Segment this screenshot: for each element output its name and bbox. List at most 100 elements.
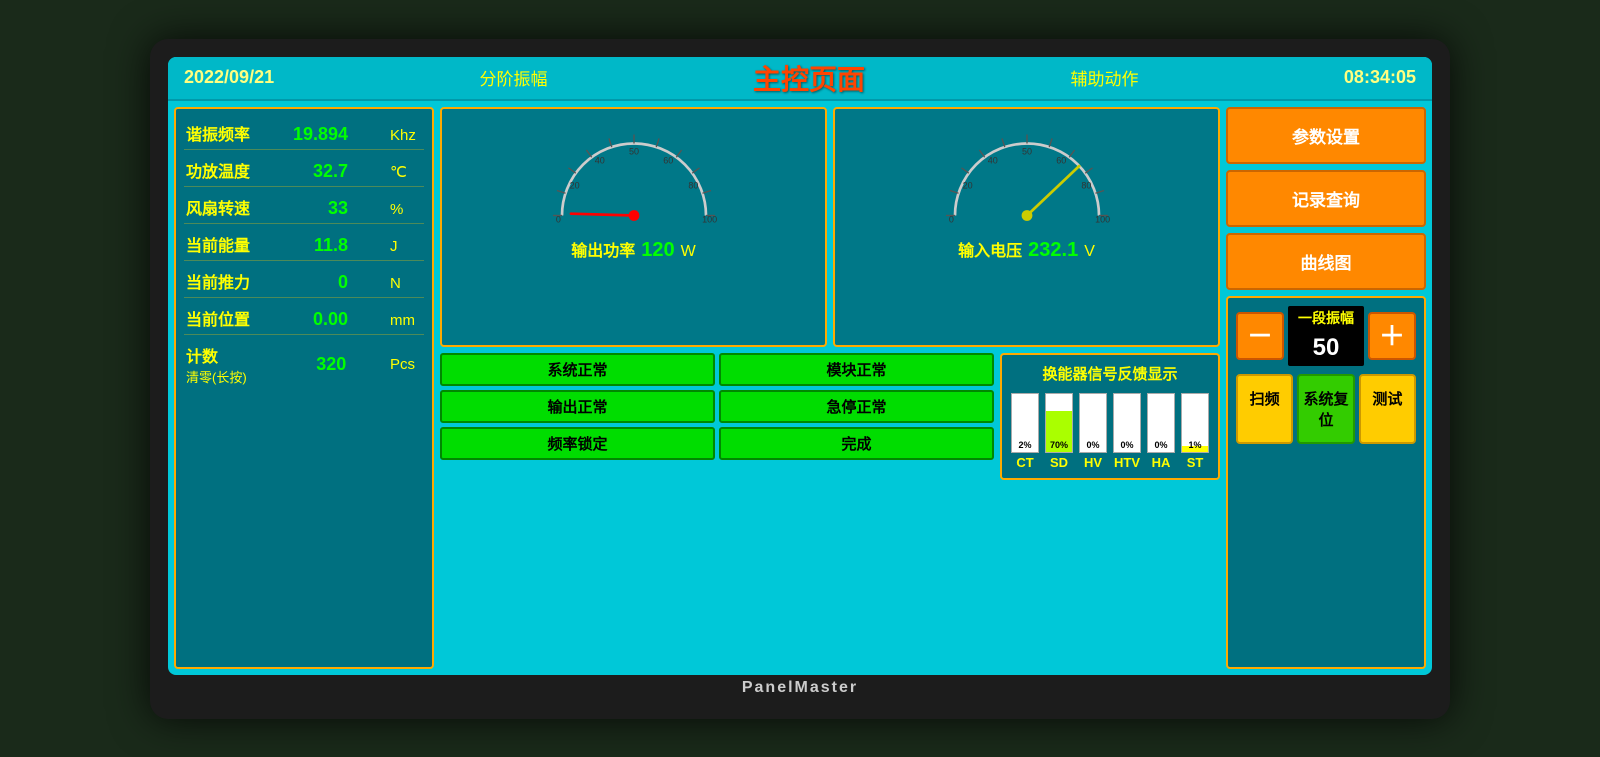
- gauge-right-label: 输入电压: [958, 237, 1022, 261]
- status-btn-5: 完成: [719, 427, 994, 460]
- bar-pct-htv: 0%: [1114, 440, 1140, 450]
- signal-bar-ct: 2% CT: [1011, 393, 1039, 470]
- record-query-button[interactable]: 记录查询: [1226, 170, 1426, 227]
- metric-label-5: 当前位置: [186, 306, 250, 330]
- svg-text:100: 100: [1095, 214, 1110, 224]
- amplitude-minus-button[interactable]: －: [1236, 312, 1284, 360]
- brand-label: PanelMaster: [742, 675, 858, 701]
- metric-value-4: 0: [288, 272, 348, 293]
- header-subtitle: 分阶振幅: [480, 65, 548, 90]
- bar-sd: 70%: [1045, 393, 1073, 453]
- test-button[interactable]: 测试: [1359, 374, 1416, 444]
- metric-unit-0: Khz: [390, 127, 422, 144]
- signal-bar-hv: 0% HV: [1079, 393, 1107, 470]
- signal-bar-htv: 0% HTV: [1113, 393, 1141, 470]
- status-btn-1: 输出正常: [440, 390, 715, 423]
- svg-text:40: 40: [987, 155, 997, 165]
- metric-label-2: 风扇转速: [186, 195, 250, 219]
- center-panel: 0 20 40 50 60 80 100: [440, 107, 1220, 669]
- device-frame: 2022/09/21 分阶振幅 主控页面 辅助动作 08:34:05 谐振频率 …: [150, 39, 1450, 719]
- status-btn-4: 急停正常: [719, 390, 994, 423]
- bar-ct: 2%: [1011, 393, 1039, 453]
- metric-row-1: 功放温度 32.7 ℃: [184, 154, 424, 187]
- metric-row-3: 当前能量 11.8 J: [184, 228, 424, 261]
- gauge-box-right: 0 20 40 50 60 80 100 输入电压: [833, 107, 1220, 347]
- svg-text:60: 60: [1056, 155, 1066, 165]
- curve-chart-button[interactable]: 曲线图: [1226, 233, 1426, 290]
- amplitude-display: 一段振幅 50: [1288, 306, 1364, 366]
- signal-panel: 换能器信号反馈显示 2% CT: [1000, 353, 1220, 480]
- metric-unit-4: N: [390, 275, 422, 292]
- center-bottom: 系统正常 输出正常 频率锁定 模块正常 急停正常 完成: [440, 353, 1220, 480]
- gauge-left-value: 120: [641, 239, 674, 262]
- bar-pct-st: 1%: [1182, 440, 1208, 450]
- counter-label-main: 计数: [186, 343, 247, 367]
- signal-bar-st: 1% ST: [1181, 393, 1209, 470]
- gauge-right-value: 232.1: [1028, 239, 1078, 262]
- svg-text:40: 40: [594, 155, 604, 165]
- signal-bars: 2% CT 70% SD: [1010, 390, 1210, 470]
- svg-text:20: 20: [569, 180, 579, 190]
- system-reset-button[interactable]: 系统复位: [1297, 374, 1354, 444]
- amplitude-title: 一段振幅: [1288, 306, 1364, 330]
- header-aux: 辅助动作: [1070, 65, 1138, 90]
- signal-bar-ha: 0% HA: [1147, 393, 1175, 470]
- header: 2022/09/21 分阶振幅 主控页面 辅助动作 08:34:05: [168, 57, 1432, 101]
- metric-row-4: 当前推力 0 N: [184, 265, 424, 298]
- amplitude-row: － 一段振幅 50 ＋: [1236, 306, 1416, 366]
- screen: 2022/09/21 分阶振幅 主控页面 辅助动作 08:34:05 谐振频率 …: [168, 57, 1432, 675]
- metric-label-1: 功放温度: [186, 158, 250, 182]
- metric-label-0: 谐振频率: [186, 121, 250, 145]
- amplitude-plus-button[interactable]: ＋: [1368, 312, 1416, 360]
- metric-label-3: 当前能量: [186, 232, 250, 256]
- metric-unit-2: %: [390, 201, 422, 218]
- gauge-svg-right: 0 20 40 50 60 80 100: [937, 115, 1117, 235]
- svg-text:100: 100: [702, 214, 717, 224]
- metric-value-2: 33: [288, 198, 348, 219]
- header-time: 08:34:05: [1344, 67, 1416, 88]
- bar-hv: 0%: [1079, 393, 1107, 453]
- header-date: 2022/09/21: [184, 67, 274, 88]
- gauge-svg-left: 0 20 40 50 60 80 100: [544, 115, 724, 235]
- signal-bar-sd: 70% SD: [1045, 393, 1073, 470]
- counter-label-sub: 清零(长按): [186, 367, 247, 386]
- gauge-left-label: 输出功率: [571, 237, 635, 261]
- bar-st: 1%: [1181, 393, 1209, 453]
- metric-unit-5: mm: [390, 312, 422, 329]
- metric-row-2: 风扇转速 33 %: [184, 191, 424, 224]
- metric-row-0: 谐振频率 19.894 Khz: [184, 117, 424, 150]
- svg-text:60: 60: [663, 155, 673, 165]
- metric-value-3: 11.8: [288, 235, 348, 256]
- counter-unit: Pcs: [390, 356, 422, 373]
- bar-pct-sd: 70%: [1046, 440, 1072, 450]
- counter-labels: 计数 清零(长按): [186, 343, 247, 386]
- metric-unit-1: ℃: [390, 163, 422, 181]
- bar-htv: 0%: [1113, 393, 1141, 453]
- svg-text:50: 50: [628, 146, 638, 156]
- left-panel: 谐振频率 19.894 Khz 功放温度 32.7 ℃ 风扇转速 33 % 当前…: [174, 107, 434, 669]
- main-content: 谐振频率 19.894 Khz 功放温度 32.7 ℃ 风扇转速 33 % 当前…: [168, 101, 1432, 675]
- header-title: 主控页面: [753, 58, 865, 98]
- counter-row[interactable]: 计数 清零(长按) 320 Pcs: [184, 339, 424, 390]
- status-btn-3: 模块正常: [719, 353, 994, 386]
- status-btn-2: 频率锁定: [440, 427, 715, 460]
- svg-text:0: 0: [948, 214, 953, 224]
- svg-text:80: 80: [1081, 180, 1091, 190]
- gauge-box-left: 0 20 40 50 60 80 100: [440, 107, 827, 347]
- bar-pct-ct: 2%: [1012, 440, 1038, 450]
- param-settings-button[interactable]: 参数设置: [1226, 107, 1426, 164]
- status-area: 系统正常 输出正常 频率锁定 模块正常 急停正常 完成: [440, 353, 994, 480]
- metric-value-1: 32.7: [288, 161, 348, 182]
- bar-pct-hv: 0%: [1080, 440, 1106, 450]
- sweep-freq-button[interactable]: 扫频: [1236, 374, 1293, 444]
- gauge-left-unit: W: [681, 243, 696, 261]
- amplitude-value: 50: [1288, 330, 1364, 366]
- metric-value-5: 0.00: [288, 309, 348, 330]
- svg-text:80: 80: [688, 180, 698, 190]
- gauges-row: 0 20 40 50 60 80 100: [440, 107, 1220, 347]
- svg-text:50: 50: [1021, 146, 1031, 156]
- svg-text:0: 0: [555, 214, 560, 224]
- bar-ha: 0%: [1147, 393, 1175, 453]
- bar-pct-ha: 0%: [1148, 440, 1174, 450]
- metric-value-0: 19.894: [288, 124, 348, 145]
